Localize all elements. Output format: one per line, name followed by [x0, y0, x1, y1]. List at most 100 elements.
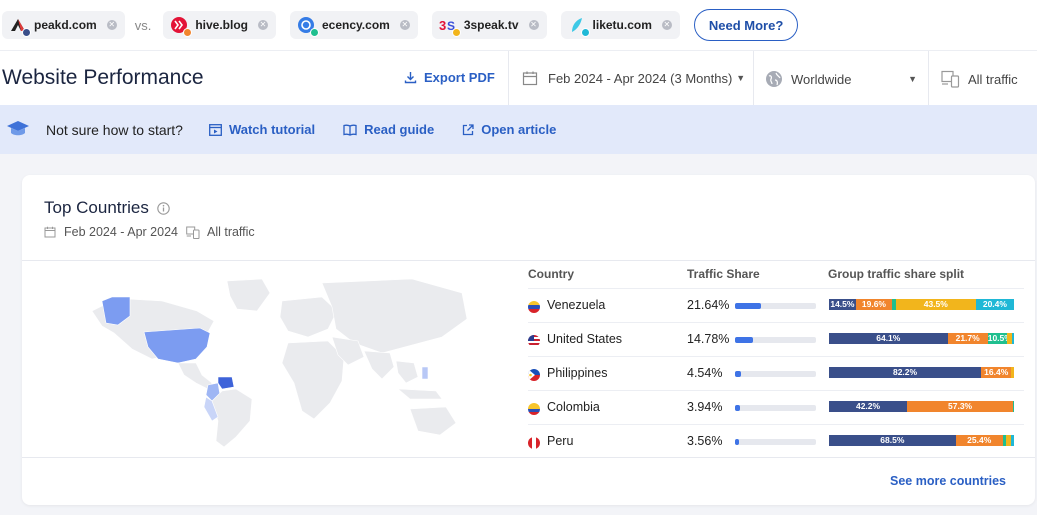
top-countries-card: Top Countries Feb 2024 - Apr 2024 All tr…: [22, 175, 1035, 505]
competitor-name: ecency.com: [322, 18, 390, 32]
vs-label: vs.: [134, 17, 152, 33]
download-icon: [404, 72, 417, 84]
traffic-share-value: 3.94%: [687, 400, 723, 414]
competitor-name: hive.blog: [195, 18, 248, 32]
read-guide-label: Read guide: [364, 122, 435, 137]
competitor-name: 3speak.tv: [463, 18, 519, 32]
map-region-central-america: [177, 362, 213, 390]
map-region-europe: [279, 296, 338, 338]
read-guide-link[interactable]: Read guide: [343, 122, 434, 137]
competitor-color-dot: [22, 28, 31, 37]
region-selector[interactable]: Worldwide ▼: [765, 70, 917, 88]
group-split-bar: 64.1%21.7%10.5%: [829, 333, 1014, 344]
split-segment: [1011, 367, 1014, 378]
traffic-type-selector[interactable]: All traffic: [941, 70, 1018, 88]
group-split-bar: 42.2% 57.3%: [829, 401, 1014, 412]
split-segment: 64.1%: [829, 333, 948, 344]
map-region-greenland: [226, 278, 271, 312]
info-icon[interactable]: [157, 201, 170, 215]
open-article-label: Open article: [481, 122, 557, 137]
date-range-label: Feb 2024 - Apr 2024 (3 Months): [548, 70, 733, 86]
remove-competitor-icon[interactable]: ✕: [106, 20, 117, 30]
remove-competitor-icon[interactable]: ✕: [661, 20, 672, 30]
tutorial-prompt: Not sure how to start?: [46, 121, 183, 138]
venezuela-flag-icon: [528, 301, 540, 313]
header-divider: [508, 51, 509, 105]
split-segment: 14.5%: [829, 299, 856, 310]
table-row[interactable]: Philippines 4.54% 82.2% 16.4%: [528, 356, 1024, 390]
split-segment: 21.7%: [947, 333, 988, 344]
see-more-countries-link[interactable]: See more countries: [890, 474, 1006, 488]
hive-logo-icon: [169, 15, 193, 37]
top-countries-title: Top Countries: [44, 198, 149, 217]
remove-competitor-icon[interactable]: ✕: [258, 20, 268, 30]
traffic-share-fill: [735, 439, 740, 445]
book-icon: [343, 124, 357, 136]
split-segment: 20.4%: [976, 299, 1014, 310]
page-title: Website Performance: [2, 66, 204, 89]
competitor-name: liketu.com: [592, 18, 652, 32]
traffic-type-label: All traffic: [968, 71, 1018, 87]
external-link-icon: [463, 123, 474, 135]
card-meta: Feb 2024 - Apr 2024 All traffic: [44, 225, 255, 239]
watch-tutorial-label: Watch tutorial: [228, 122, 316, 137]
column-header-country: Country: [528, 267, 574, 281]
ecency-logo-icon: [296, 15, 319, 37]
traffic-share-fill: [735, 337, 753, 343]
table-row[interactable]: Colombia 3.94% 42.2% 57.3%: [528, 390, 1024, 424]
open-article-link[interactable]: Open article: [462, 122, 556, 137]
competitor-color-dot: [580, 28, 590, 37]
split-segment: [1013, 401, 1014, 412]
competitor-chip-hive[interactable]: hive.blog ✕: [163, 11, 276, 39]
map-region-australia: [409, 406, 457, 436]
country-name: Peru: [547, 434, 574, 448]
split-segment: 57.3%: [907, 401, 1014, 412]
remove-competitor-icon[interactable]: ✕: [399, 20, 410, 30]
competitor-chip-ecency[interactable]: ecency.com ✕: [290, 11, 418, 39]
graduation-cap-icon: [7, 121, 29, 136]
group-split-bar: 14.5% 19.6% 43.5% 20.4%: [829, 299, 1014, 310]
split-segment: 10.5%: [987, 333, 1008, 344]
liketu-logo-icon: [567, 15, 590, 37]
colombia-flag-icon: [528, 403, 540, 415]
competitor-color-dot: [310, 28, 319, 37]
card-title: Top Countries: [44, 198, 170, 218]
header-divider: [753, 51, 754, 105]
competitor-chip-3speak[interactable]: 3S 3speak.tv ✕: [431, 11, 547, 39]
chevron-down-icon: ▼: [736, 73, 746, 83]
split-segment: 19.6%: [855, 299, 893, 310]
table-row[interactable]: Peru 3.56% 68.5% 25.4%: [528, 424, 1024, 458]
map-region-venezuela: [217, 376, 235, 390]
philippines-flag-icon: [528, 369, 540, 381]
page-header: Website Performance Export PDF Feb 2024 …: [0, 50, 1037, 105]
watch-tutorial-link[interactable]: Watch tutorial: [209, 122, 315, 137]
tutorial-banner: Not sure how to start? Watch tutorial Re…: [0, 105, 1037, 154]
split-segment: 82.2%: [829, 367, 982, 378]
export-pdf-button[interactable]: Export PDF: [404, 70, 495, 85]
map-region-southeast-asia: [395, 360, 419, 384]
split-segment: 43.5%: [895, 299, 977, 310]
date-range-selector[interactable]: Feb 2024 - Apr 2024 (3 Months) ▼: [522, 70, 745, 86]
need-more-button[interactable]: Need More?: [693, 9, 799, 41]
remove-competitor-icon[interactable]: ✕: [528, 20, 539, 30]
traffic-share-bar: [735, 439, 816, 445]
calendar-icon: [522, 71, 538, 86]
split-segment: [1011, 333, 1014, 344]
card-traffic: All traffic: [206, 225, 255, 239]
split-segment: 16.4%: [981, 367, 1012, 378]
traffic-share-fill: [735, 303, 762, 309]
map-region-africa: [281, 340, 345, 420]
table-row[interactable]: Venezuela 21.64% 14.5% 19.6% 43.5% 20.4%: [528, 288, 1024, 322]
svg-text:3: 3: [439, 18, 446, 33]
world-map: [92, 278, 468, 448]
column-header-group-split: Group traffic share split: [828, 267, 965, 281]
video-icon: [209, 123, 222, 136]
competitor-chip-liketu[interactable]: liketu.com ✕: [560, 11, 680, 39]
header-divider: [928, 51, 929, 105]
map-region-south-asia: [363, 350, 395, 380]
competitor-name: peakd.com: [34, 18, 97, 32]
devices-icon: [186, 226, 200, 239]
competitor-chip-peakd[interactable]: peakd.com ✕: [2, 11, 125, 39]
traffic-share-bar: [735, 337, 816, 343]
table-row[interactable]: United States 14.78% 64.1%21.7%10.5%: [528, 322, 1024, 356]
